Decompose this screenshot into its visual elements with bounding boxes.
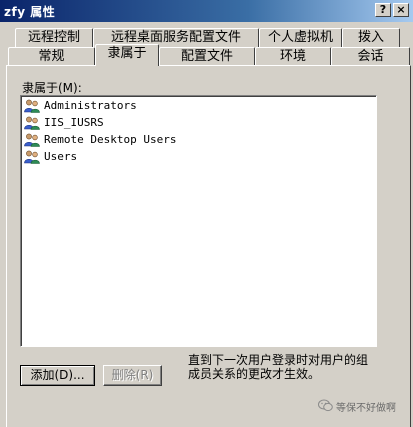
remove-button[interactable]: 删除(R) [103, 365, 162, 386]
member-of-list[interactable]: Administrators IIS_IUSRS Remote Desktop … [20, 95, 377, 347]
wechat-icon [318, 399, 333, 412]
users-group-icon [24, 133, 40, 147]
member-of-label: 隶属于(M): [22, 81, 82, 95]
window-title: zfy 属性 [4, 5, 56, 19]
tab-general[interactable]: 常规 [8, 47, 95, 66]
group-name: Users [44, 150, 78, 163]
tab-dial-in[interactable]: 拨入 [342, 28, 400, 47]
title-bar: zfy 属性 ? × [0, 0, 413, 22]
tab-member-of[interactable]: 隶属于 [95, 44, 159, 66]
tab-remote-control[interactable]: 远程控制 [15, 28, 93, 47]
help-button[interactable]: ? [375, 3, 391, 17]
group-name: Remote Desktop Users [44, 133, 177, 146]
close-button[interactable]: × [393, 3, 409, 17]
users-group-icon [24, 99, 40, 113]
tab-sessions[interactable]: 会话 [331, 47, 410, 66]
group-name: Administrators [44, 99, 137, 112]
tab-environment[interactable]: 环境 [255, 47, 331, 66]
users-group-icon [24, 116, 40, 130]
group-name: IIS_IUSRS [44, 116, 104, 129]
add-button[interactable]: 添加(D)... [20, 365, 95, 386]
tab-personal-vm[interactable]: 个人虚拟机 [259, 28, 342, 47]
membership-note: 直到下一次用户登录时对用户的组成员关系的更改才生效。 [188, 353, 369, 381]
tab-profile[interactable]: 配置文件 [159, 47, 255, 66]
watermark-text: 等保不好做啊 [336, 403, 396, 414]
users-group-icon [24, 150, 40, 164]
